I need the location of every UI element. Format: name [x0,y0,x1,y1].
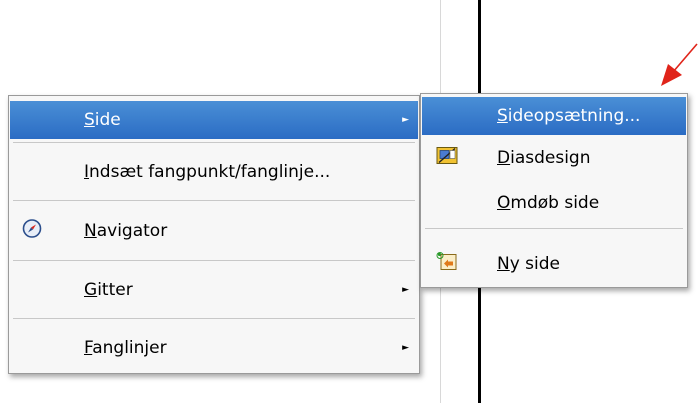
menu-separator [425,228,683,229]
menu-separator [13,200,415,201]
submenu-item-page-setup-label: Sideopsætning... [497,106,641,126]
menu-item-side-label: Side [84,110,121,130]
submenu-item-new-page-label: Ny side [497,254,561,274]
red-annotation-arrow-icon [661,43,698,86]
submenu-arrow-icon: ► [402,285,409,295]
submenu-arrow-icon: ► [402,115,409,125]
menu-item-side[interactable]: Side ► [10,101,418,139]
submenu-item-page-setup[interactable]: Sideopsætning... [422,97,686,135]
submenu-item-rename-page-label: Omdøb side [497,193,600,213]
context-menu: Side ► Indsæt fangpunkt/fanglinje... Nav… [8,95,420,374]
menu-item-navigator[interactable]: Navigator [10,212,418,250]
menu-item-snap-lines[interactable]: Fanglinjer ► [10,329,418,367]
menu-item-grid[interactable]: Gitter ► [10,271,418,309]
submenu-item-slide-design[interactable]: Diasdesign [422,139,686,177]
submenu-arrow-icon: ► [402,343,409,353]
slide-design-icon [436,146,458,171]
menu-item-grid-label: Gitter [84,280,133,300]
new-slide-icon [436,251,458,278]
submenu-item-slide-design-label: Diasdesign [497,148,591,168]
menu-separator [13,142,415,143]
submenu-item-new-page[interactable]: Ny side [422,245,686,283]
side-submenu: Sideopsætning... Diasdesign Omdøb side N… [420,93,688,288]
menu-item-navigator-label: Navigator [84,221,168,241]
menu-separator [13,318,415,319]
menu-item-insert-snap-point-label: Indsæt fangpunkt/fanglinje... [84,162,331,182]
menu-separator [13,260,415,261]
menu-item-insert-snap-point[interactable]: Indsæt fangpunkt/fanglinje... [10,153,418,191]
submenu-item-rename-page[interactable]: Omdøb side [422,184,686,222]
menu-item-snap-lines-label: Fanglinjer [84,338,167,358]
navigator-compass-icon [22,219,42,244]
